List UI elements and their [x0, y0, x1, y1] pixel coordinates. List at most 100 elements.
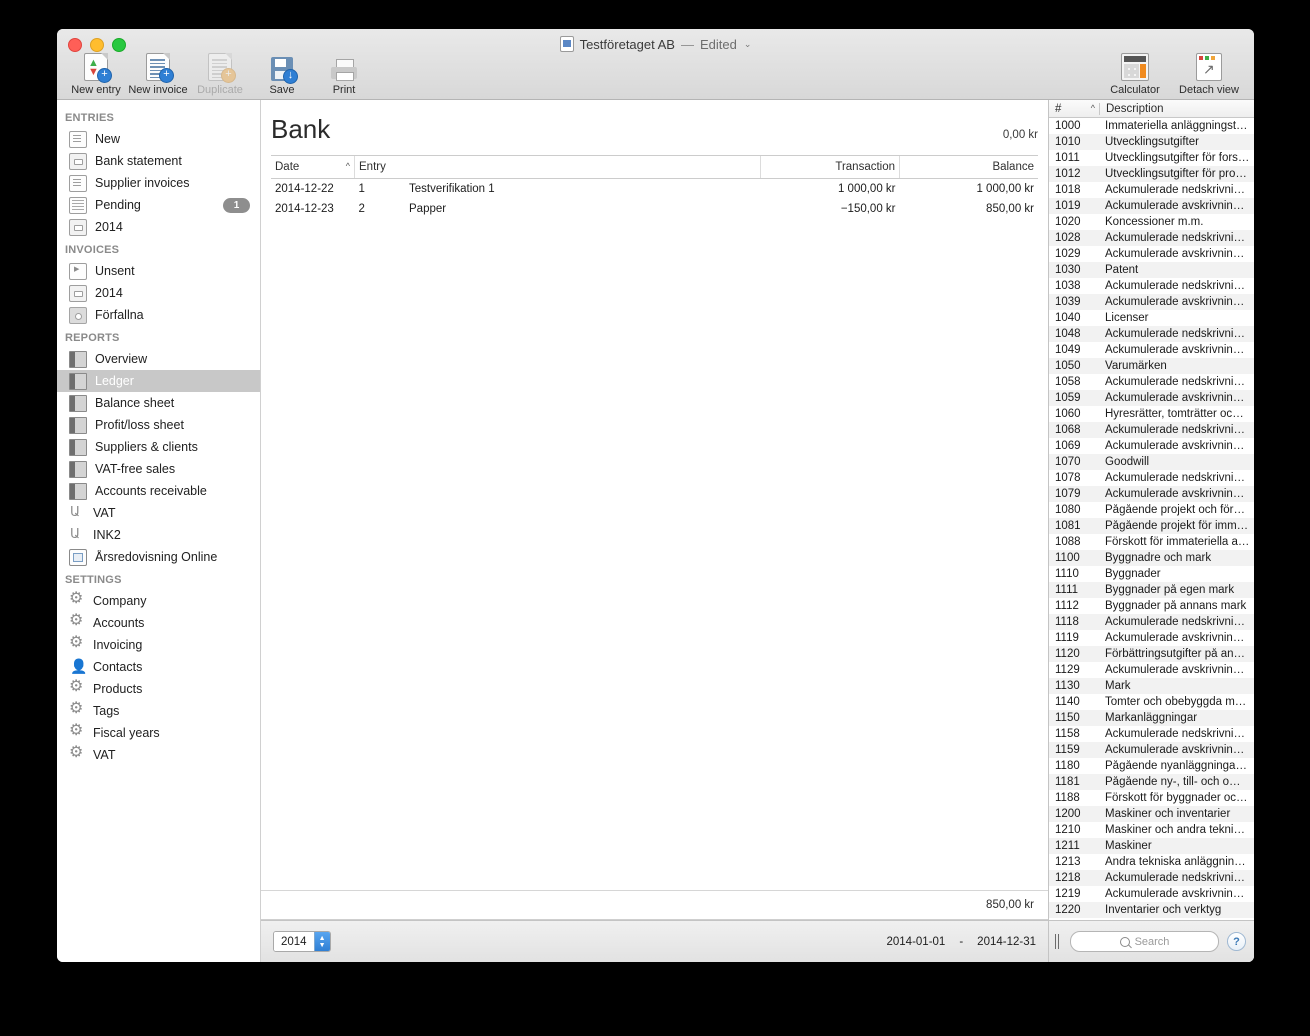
list-item[interactable]: 1181 Pågående ny-, till- och om…	[1049, 774, 1254, 790]
list-item[interactable]: 1211 Maskiner	[1049, 838, 1254, 854]
list-item[interactable]: 1019 Ackumulerade avskrivning…	[1049, 198, 1254, 214]
search-input[interactable]: Search	[1070, 931, 1219, 952]
sidebar-item-supplier-invoices[interactable]: Supplier invoices	[57, 172, 260, 194]
list-item[interactable]: 1048 Ackumulerade nedskrivnin…	[1049, 326, 1254, 342]
sidebar-item-new[interactable]: New	[57, 128, 260, 150]
sidebar-item-rsredovisning-online[interactable]: Årsredovisning Online	[57, 546, 260, 568]
list-item[interactable]: 1220 Inventarier och verktyg	[1049, 902, 1254, 918]
list-item[interactable]: 1011 Utvecklingsutgifter för fors…	[1049, 150, 1254, 166]
table-row[interactable]: 2014-12-23 2 Papper −150,00 kr 850,00 kr	[271, 199, 1038, 219]
list-item[interactable]: 1213 Andra tekniska anläggningar	[1049, 854, 1254, 870]
column-header-balance[interactable]: Balance	[899, 155, 1038, 179]
list-item[interactable]: 1110 Byggnader	[1049, 566, 1254, 582]
list-item[interactable]: 1119 Ackumulerade avskrivning…	[1049, 630, 1254, 646]
list-item[interactable]: 1081 Pågående projekt för imm…	[1049, 518, 1254, 534]
list-item[interactable]: 1068 Ackumulerade nedskrivnin…	[1049, 422, 1254, 438]
list-item[interactable]: 1180 Pågående nyanläggningar…	[1049, 758, 1254, 774]
sidebar-item-invoicing[interactable]: Invoicing	[57, 634, 260, 656]
list-item[interactable]: 1039 Ackumulerade avskrivning…	[1049, 294, 1254, 310]
column-header-transaction[interactable]: Transaction	[760, 155, 900, 179]
sidebar-item-accounts-receivable[interactable]: Accounts receivable	[57, 480, 260, 502]
list-item[interactable]: 1050 Varumärken	[1049, 358, 1254, 374]
list-item[interactable]: 1030 Patent	[1049, 262, 1254, 278]
list-item[interactable]: 1200 Maskiner och inventarier	[1049, 806, 1254, 822]
list-item[interactable]: 1218 Ackumulerade nedskrivnin…	[1049, 870, 1254, 886]
list-item[interactable]: 1000 Immateriella anläggningsti…	[1049, 118, 1254, 134]
list-item[interactable]: 1058 Ackumulerade nedskrivnin…	[1049, 374, 1254, 390]
column-header-date[interactable]: Date ^	[271, 155, 355, 179]
sidebar-item-suppliers-clients[interactable]: Suppliers & clients	[57, 436, 260, 458]
sidebar-item-2014[interactable]: 2014	[57, 282, 260, 304]
list-item[interactable]: 1159 Ackumulerade avskrivning…	[1049, 742, 1254, 758]
new-invoice-button[interactable]: + New invoice	[127, 51, 189, 96]
list-item[interactable]: 1059 Ackumulerade avskrivning…	[1049, 390, 1254, 406]
duplicate-button[interactable]: + Duplicate	[189, 51, 251, 96]
list-item[interactable]: 1112 Byggnader på annans mark	[1049, 598, 1254, 614]
list-item[interactable]: 1069 Ackumulerade avskrivning…	[1049, 438, 1254, 454]
sidebar-item-company[interactable]: Company	[57, 590, 260, 612]
list-item[interactable]: 1012 Utvecklingsutgifter för pro…	[1049, 166, 1254, 182]
sidebar-item-ink2[interactable]: INK2	[57, 524, 260, 546]
list-item[interactable]: 1210 Maskiner och andra teknis…	[1049, 822, 1254, 838]
save-button[interactable]: ↓ Save	[251, 51, 313, 96]
column-header-entry[interactable]: Entry	[354, 155, 405, 179]
sidebar-item-vat-free-sales[interactable]: VAT-free sales	[57, 458, 260, 480]
list-item[interactable]: 1080 Pågående projekt och förs…	[1049, 502, 1254, 518]
list-item[interactable]: 1221Inventarier	[1049, 918, 1254, 920]
chevron-down-icon[interactable]: ⌄	[744, 39, 752, 50]
list-item[interactable]: 1111 Byggnader på egen mark	[1049, 582, 1254, 598]
accounts-list[interactable]: 1000 Immateriella anläggningsti… 1010 Utvec…	[1049, 118, 1254, 920]
date-to[interactable]: 2014-12-31	[977, 936, 1036, 948]
list-item[interactable]: 1100 Byggnadre och mark	[1049, 550, 1254, 566]
list-item[interactable]: 1028 Ackumulerade nedskrivnin…	[1049, 230, 1254, 246]
list-item[interactable]: 1140 Tomter och obebyggda m…	[1049, 694, 1254, 710]
list-item[interactable]: 1079 Ackumulerade avskrivning…	[1049, 486, 1254, 502]
list-item[interactable]: 1029 Ackumulerade avskrivning…	[1049, 246, 1254, 262]
column-header-description[interactable]	[405, 155, 761, 179]
sidebar-item-pending[interactable]: Pending 1	[57, 194, 260, 216]
sidebar-item-overview[interactable]: Overview	[57, 348, 260, 370]
list-item[interactable]: 1150 Markanläggningar	[1049, 710, 1254, 726]
sidebar-item-unsent[interactable]: Unsent	[57, 260, 260, 282]
list-item[interactable]: 1130 Mark	[1049, 678, 1254, 694]
table-row[interactable]: 2014-12-22 1 Testverifikation 1 1 000,00 kr…	[271, 179, 1038, 200]
detach-view-button[interactable]: ↗ Detach view	[1172, 51, 1246, 96]
list-item[interactable]: 1010 Utvecklingsutgifter	[1049, 134, 1254, 150]
stepper-arrows-icon[interactable]: ▲ ▼	[313, 932, 330, 951]
help-button[interactable]: ?	[1227, 932, 1246, 951]
sidebar-item-ledger[interactable]: Ledger	[57, 370, 260, 392]
sidebar-item-profit-loss-sheet[interactable]: Profit/loss sheet	[57, 414, 260, 436]
fiscal-year-stepper[interactable]: 2014 ▲ ▼	[273, 931, 331, 952]
list-item[interactable]: 1129 Ackumulerade avskrivning…	[1049, 662, 1254, 678]
new-entry-button[interactable]: ▲ ▼ + New entry	[65, 51, 127, 96]
list-item[interactable]: 1088 Förskott för immateriella a…	[1049, 534, 1254, 550]
list-item[interactable]: 1040 Licenser	[1049, 310, 1254, 326]
list-item[interactable]: 1018 Ackumulerade nedskrivnin…	[1049, 182, 1254, 198]
list-item[interactable]: 1038 Ackumulerade nedskrivnin…	[1049, 278, 1254, 294]
sidebar-item-vat[interactable]: VAT	[57, 502, 260, 524]
column-header-number[interactable]: # ^	[1049, 103, 1099, 115]
list-item[interactable]: 1188 Förskott för byggnader oc…	[1049, 790, 1254, 806]
list-item[interactable]: 1120 Förbättringsutgifter på an…	[1049, 646, 1254, 662]
list-item[interactable]: 1158 Ackumulerade nedskrivnin…	[1049, 726, 1254, 742]
list-item[interactable]: 1020 Koncessioner m.m.	[1049, 214, 1254, 230]
sidebar-item-balance-sheet[interactable]: Balance sheet	[57, 392, 260, 414]
list-item[interactable]: 1049 Ackumulerade avskrivning…	[1049, 342, 1254, 358]
calculator-button[interactable]: Calculator	[1098, 51, 1172, 96]
sidebar-item-vat[interactable]: VAT	[57, 744, 260, 766]
print-button[interactable]: Print	[313, 51, 375, 96]
sidebar-item-fiscal-years[interactable]: Fiscal years	[57, 722, 260, 744]
list-item[interactable]: 1060 Hyresrätter, tomträtter och…	[1049, 406, 1254, 422]
list-item[interactable]: 1219 Ackumulerade avskrivning…	[1049, 886, 1254, 902]
sidebar-item-f-rfallna[interactable]: Förfallna	[57, 304, 260, 326]
list-item[interactable]: 1070 Goodwill	[1049, 454, 1254, 470]
list-item[interactable]: 1118 Ackumulerade nedskrivnin…	[1049, 614, 1254, 630]
sidebar-item-accounts[interactable]: Accounts	[57, 612, 260, 634]
sidebar-item-bank-statement[interactable]: Bank statement	[57, 150, 260, 172]
sidebar-item-products[interactable]: Products	[57, 678, 260, 700]
sidebar-item-tags[interactable]: Tags	[57, 700, 260, 722]
sidebar-item-contacts[interactable]: Contacts	[57, 656, 260, 678]
column-header-account-description[interactable]: Description	[1099, 102, 1254, 115]
list-item[interactable]: 1078 Ackumulerade nedskrivnin…	[1049, 470, 1254, 486]
date-from[interactable]: 2014-01-01	[887, 936, 946, 948]
